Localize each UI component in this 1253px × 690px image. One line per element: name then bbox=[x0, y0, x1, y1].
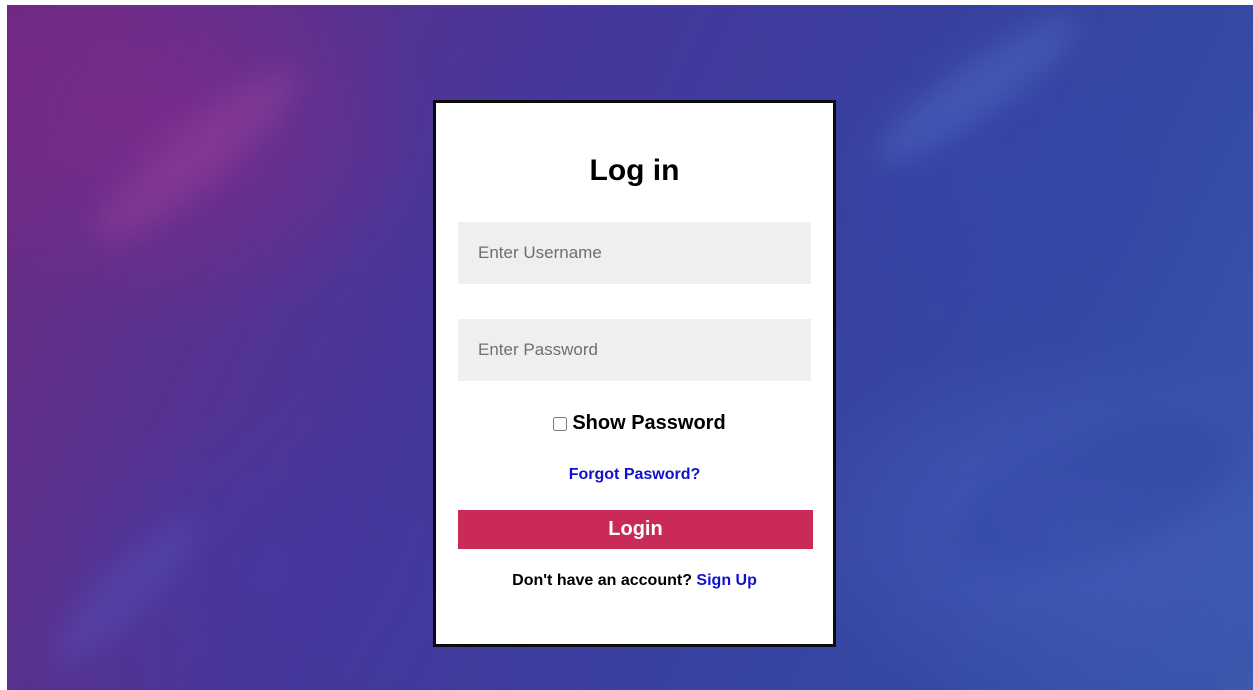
page-title: Log in bbox=[589, 154, 680, 187]
signup-row: Don't have an account? Sign Up bbox=[436, 572, 833, 590]
signup-prompt: Don't have an account? bbox=[512, 572, 697, 589]
show-password-label-wrapper[interactable]: Show Password bbox=[553, 412, 726, 435]
password-input[interactable] bbox=[458, 319, 811, 381]
background-streak bbox=[38, 501, 216, 679]
background-streak bbox=[864, 5, 1090, 180]
show-password-checkbox[interactable] bbox=[553, 416, 568, 431]
login-card: Log in Show Password Forgot Pasword? Log… bbox=[433, 100, 836, 647]
show-password-label: Show Password bbox=[572, 412, 726, 434]
background-streak bbox=[935, 387, 1253, 603]
forgot-password-link[interactable]: Forgot Pasword? bbox=[436, 466, 833, 484]
signup-link[interactable]: Sign Up bbox=[696, 572, 756, 589]
show-password-row: Show Password bbox=[436, 412, 833, 435]
login-button[interactable]: Login bbox=[458, 510, 813, 549]
username-input[interactable] bbox=[458, 222, 811, 284]
background-streak bbox=[78, 48, 316, 262]
page-background: Log in Show Password Forgot Pasword? Log… bbox=[7, 5, 1253, 690]
